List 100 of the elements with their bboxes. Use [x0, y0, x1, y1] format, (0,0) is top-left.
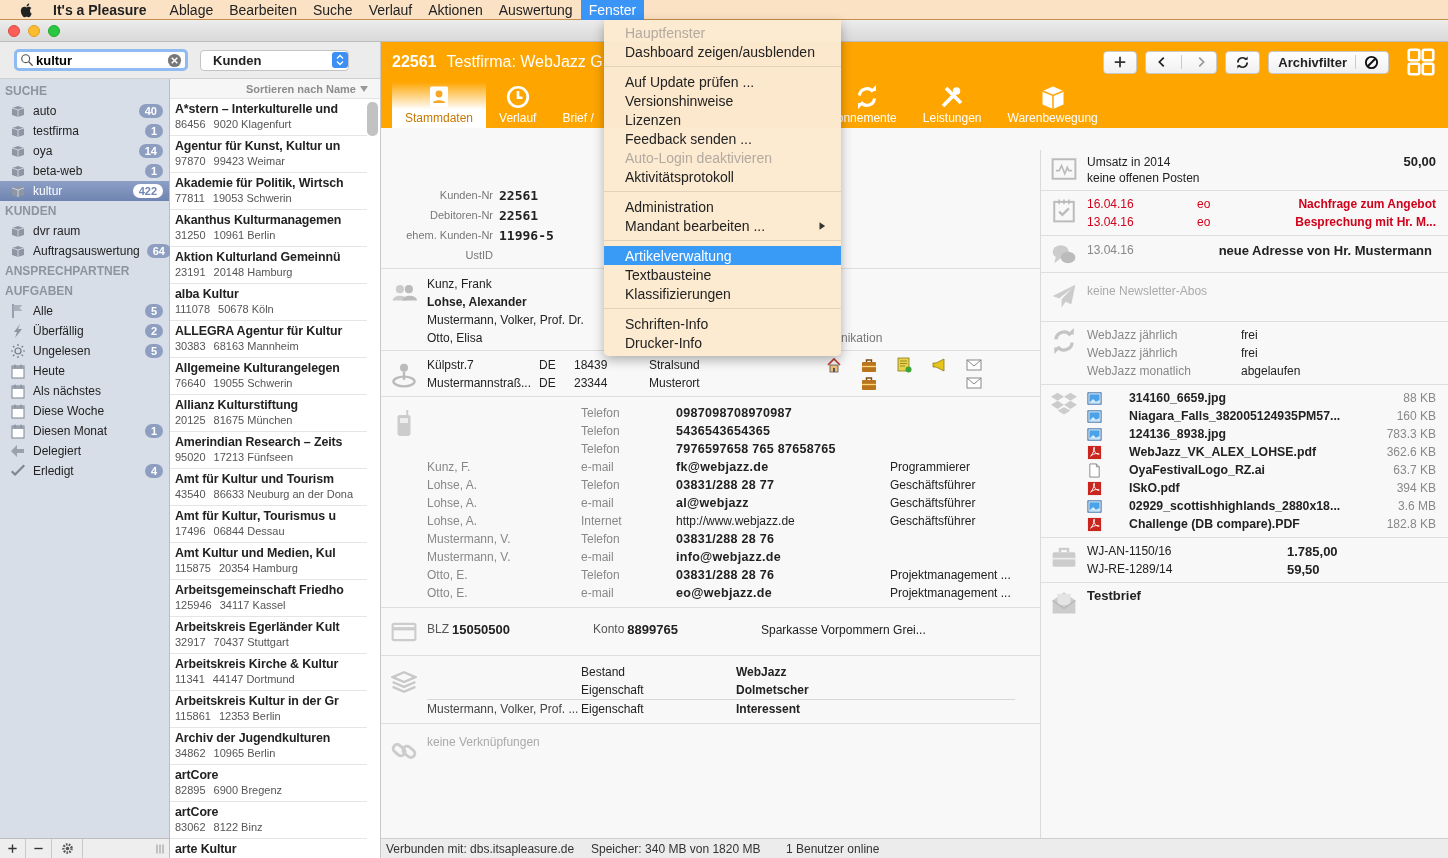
menu-bar-item[interactable]: Auswertung	[490, 0, 581, 20]
document-number[interactable]: WJ-AN-1150/16	[1087, 544, 1287, 558]
briefcase-icon[interactable]	[860, 375, 877, 391]
menu-item[interactable]: Klassifizierungen	[604, 284, 841, 303]
menu-item[interactable]: Aktivitätsprotokoll	[604, 167, 841, 186]
sidebar-item[interactable]: Als nächstes	[0, 381, 169, 401]
sidebar-item[interactable]: Heute	[0, 361, 169, 381]
close-button[interactable]	[8, 24, 20, 37]
note-icon[interactable]	[895, 357, 912, 373]
search-text[interactable]: kultur	[36, 52, 165, 68]
sidebar-item[interactable]: Ungelesen 5	[0, 341, 169, 361]
menu-item[interactable]: Textbausteine	[604, 265, 841, 284]
clear-icon[interactable]	[167, 52, 182, 68]
email-address[interactable]: al@webjazz	[676, 496, 890, 510]
sidebar-item[interactable]: testfirma 1	[0, 121, 169, 141]
file-name[interactable]: 314160_6659.jpg	[1129, 391, 1398, 405]
menu-bar-item[interactable]: Suche	[304, 0, 361, 20]
apple-icon[interactable]	[19, 1, 35, 18]
menu-item[interactable]: Schriften-Info	[604, 314, 841, 333]
list-item[interactable]: alba Kultur 111078 50678 Köln	[170, 284, 367, 321]
menu-bar-item[interactable]: Verlauf	[360, 0, 421, 20]
note-title[interactable]: neue Adresse von Hr. Mustermann	[1218, 243, 1432, 258]
menu-item[interactable]: Drucker-Info	[604, 333, 841, 352]
phone-number[interactable]: 03831/288 28 76	[676, 568, 890, 582]
list-item[interactable]: Archiv der Jugendkulturen 34862 10965 Berlin	[170, 728, 367, 765]
envelope-icon[interactable]	[965, 375, 982, 391]
list-item[interactable]: arte Kultur	[170, 839, 367, 858]
sidebar-item[interactable]: oya 14	[0, 141, 169, 161]
list-item[interactable]: ALLEGRA Agentur für Kultur 30383 68163 Mannheim	[170, 321, 367, 358]
file-name[interactable]: ISkO.pdf	[1129, 481, 1391, 495]
menu-item[interactable]: Dashboard zeigen/ausblenden	[604, 42, 841, 61]
tab[interactable]: Stammdaten	[392, 82, 487, 128]
minimize-button[interactable]	[28, 24, 40, 37]
refresh-button[interactable]	[1225, 50, 1261, 74]
phone-number[interactable]: 03831/288 28 76	[676, 532, 890, 546]
list-item[interactable]: Arbeitskreis Kirche & Kultur 11341 44147 Dortmund	[170, 654, 367, 691]
document-number[interactable]: WJ-RE-1289/14	[1087, 562, 1287, 576]
archive-filter-button[interactable]: Archivfilter	[1268, 50, 1389, 74]
file-name[interactable]: Niagara_Falls_382005124935PM57...	[1129, 409, 1391, 423]
phone-number[interactable]: 03831/288 28 77	[676, 478, 890, 492]
list-item[interactable]: artCore 82895 6900 Bregenz	[170, 765, 367, 802]
envelope-icon[interactable]	[965, 357, 982, 373]
sidebar-item[interactable]: Diese Woche	[0, 401, 169, 421]
megaphone-icon[interactable]	[930, 357, 947, 373]
sidebar-item[interactable]: beta-web 1	[0, 161, 169, 181]
add-button[interactable]	[1103, 50, 1138, 74]
layout-grid-icon[interactable]	[1407, 48, 1435, 76]
briefcase-icon[interactable]	[860, 357, 877, 373]
email-address[interactable]: fk@webjazz.de	[676, 460, 890, 474]
list-item[interactable]: Agentur für Kunst, Kultur un 97870 99423 Weimar	[170, 136, 367, 173]
email-address[interactable]: eo@webjazz.de	[676, 586, 890, 600]
phone-number[interactable]: 5436543654365	[676, 424, 890, 438]
menu-item[interactable]: Auf Update prüfen ...	[604, 72, 841, 91]
list-item[interactable]: Amt für Kultur und Tourism 43540 86633 Neuburg an der Dona	[170, 469, 367, 506]
file-name[interactable]: 02929_scottishhighlands_2880x18...	[1129, 499, 1392, 513]
email-address[interactable]: info@webjazz.de	[676, 550, 890, 564]
list-item[interactable]: Amerindian Research – Zeits 95020 17213 Fünfseen	[170, 432, 367, 469]
search-field[interactable]: kultur	[14, 49, 188, 71]
menu-item[interactable]: Administration	[604, 197, 841, 216]
app-menu[interactable]: It's a Pleasure	[53, 1, 147, 18]
list-item[interactable]: Aktion Kulturland Gemeinnü 23191 20148 Hamburg	[170, 247, 367, 284]
website-link[interactable]: http://www.webjazz.de	[676, 514, 890, 528]
list-item[interactable]: Amt Kultur und Medien, Kul 115875 20354 Hamburg	[170, 543, 367, 580]
zoom-button[interactable]	[48, 24, 60, 37]
list-item[interactable]: Amt für Kultur, Tourismus u 17496 06844 Dessau	[170, 506, 367, 543]
menu-item[interactable]: Feedback senden ...	[604, 129, 841, 148]
scope-dropdown[interactable]: Kunden	[200, 49, 349, 71]
sidebar-item[interactable]: Alle 5	[0, 301, 169, 321]
phone-number[interactable]: 0987098708970987	[676, 406, 890, 420]
file-name[interactable]: 124136_8938.jpg	[1129, 427, 1381, 441]
list-item[interactable]: Arbeitsgemeinschaft Friedho 125946 34117 Kassel	[170, 580, 367, 617]
menu-bar-item[interactable]: Aktionen	[420, 0, 491, 20]
menu-bar-item[interactable]: Ablage	[161, 0, 222, 20]
task-row[interactable]: 13.04.16 eo Besprechung mit Hr. M...	[1087, 213, 1436, 231]
file-name[interactable]: OyaFestivalLogo_RZ.ai	[1129, 463, 1388, 477]
sidebar-item[interactable]: auto 40	[0, 101, 169, 121]
list-item[interactable]: Allgemeine Kulturangelegen 76640 19055 Schwerin	[170, 358, 367, 395]
sidebar-item[interactable]: Überfällig 2	[0, 321, 169, 341]
list-item[interactable]: Akanthus Kulturmanagemen 31250 10961 Berlin	[170, 210, 367, 247]
list-item[interactable]: artCore 83062 8122 Binz	[170, 802, 367, 839]
sidebar-item[interactable]: Auftragsauswertung 64	[0, 241, 169, 261]
letter-title[interactable]: Testbrief	[1087, 587, 1436, 605]
file-name[interactable]: WebJazz_VK_ALEX_LOHSE.pdf	[1129, 445, 1381, 459]
menu-item[interactable]: Versionshinweise	[604, 91, 841, 110]
sidebar-item[interactable]: Delegiert	[0, 441, 169, 461]
sidebar-item[interactable]: Erledigt 4	[0, 461, 169, 481]
task-row[interactable]: 16.04.16 eo Nachfrage zum Angebot	[1087, 195, 1436, 213]
list-item[interactable]: Arbeitskreis Kultur in der Gr 115861 12353 Berlin	[170, 691, 367, 728]
list-item[interactable]: Akademie für Politik, Wirtsch 77811 19053 Schwerin	[170, 173, 367, 210]
house-icon[interactable]	[825, 357, 842, 373]
menu-item[interactable]: Mandant bearbeiten ...	[604, 216, 841, 235]
scrollbar[interactable]	[367, 102, 378, 136]
list-item[interactable]: Allianz Kulturstiftung 20125 81675 München	[170, 395, 367, 432]
phone-number[interactable]: 7976597658 765 87658765	[676, 442, 890, 456]
sidebar-item[interactable]: kultur 422	[0, 181, 169, 201]
sidebar-item[interactable]: Diesen Monat 1	[0, 421, 169, 441]
list-item[interactable]: Arbeitskreis Egerländer Kult 32917 70437 Stuttgart	[170, 617, 367, 654]
file-name[interactable]: Challenge (DB compare).PDF	[1129, 517, 1381, 531]
sidebar-item[interactable]: dvr raum	[0, 221, 169, 241]
menu-bar-item[interactable]: Bearbeiten	[221, 0, 305, 20]
